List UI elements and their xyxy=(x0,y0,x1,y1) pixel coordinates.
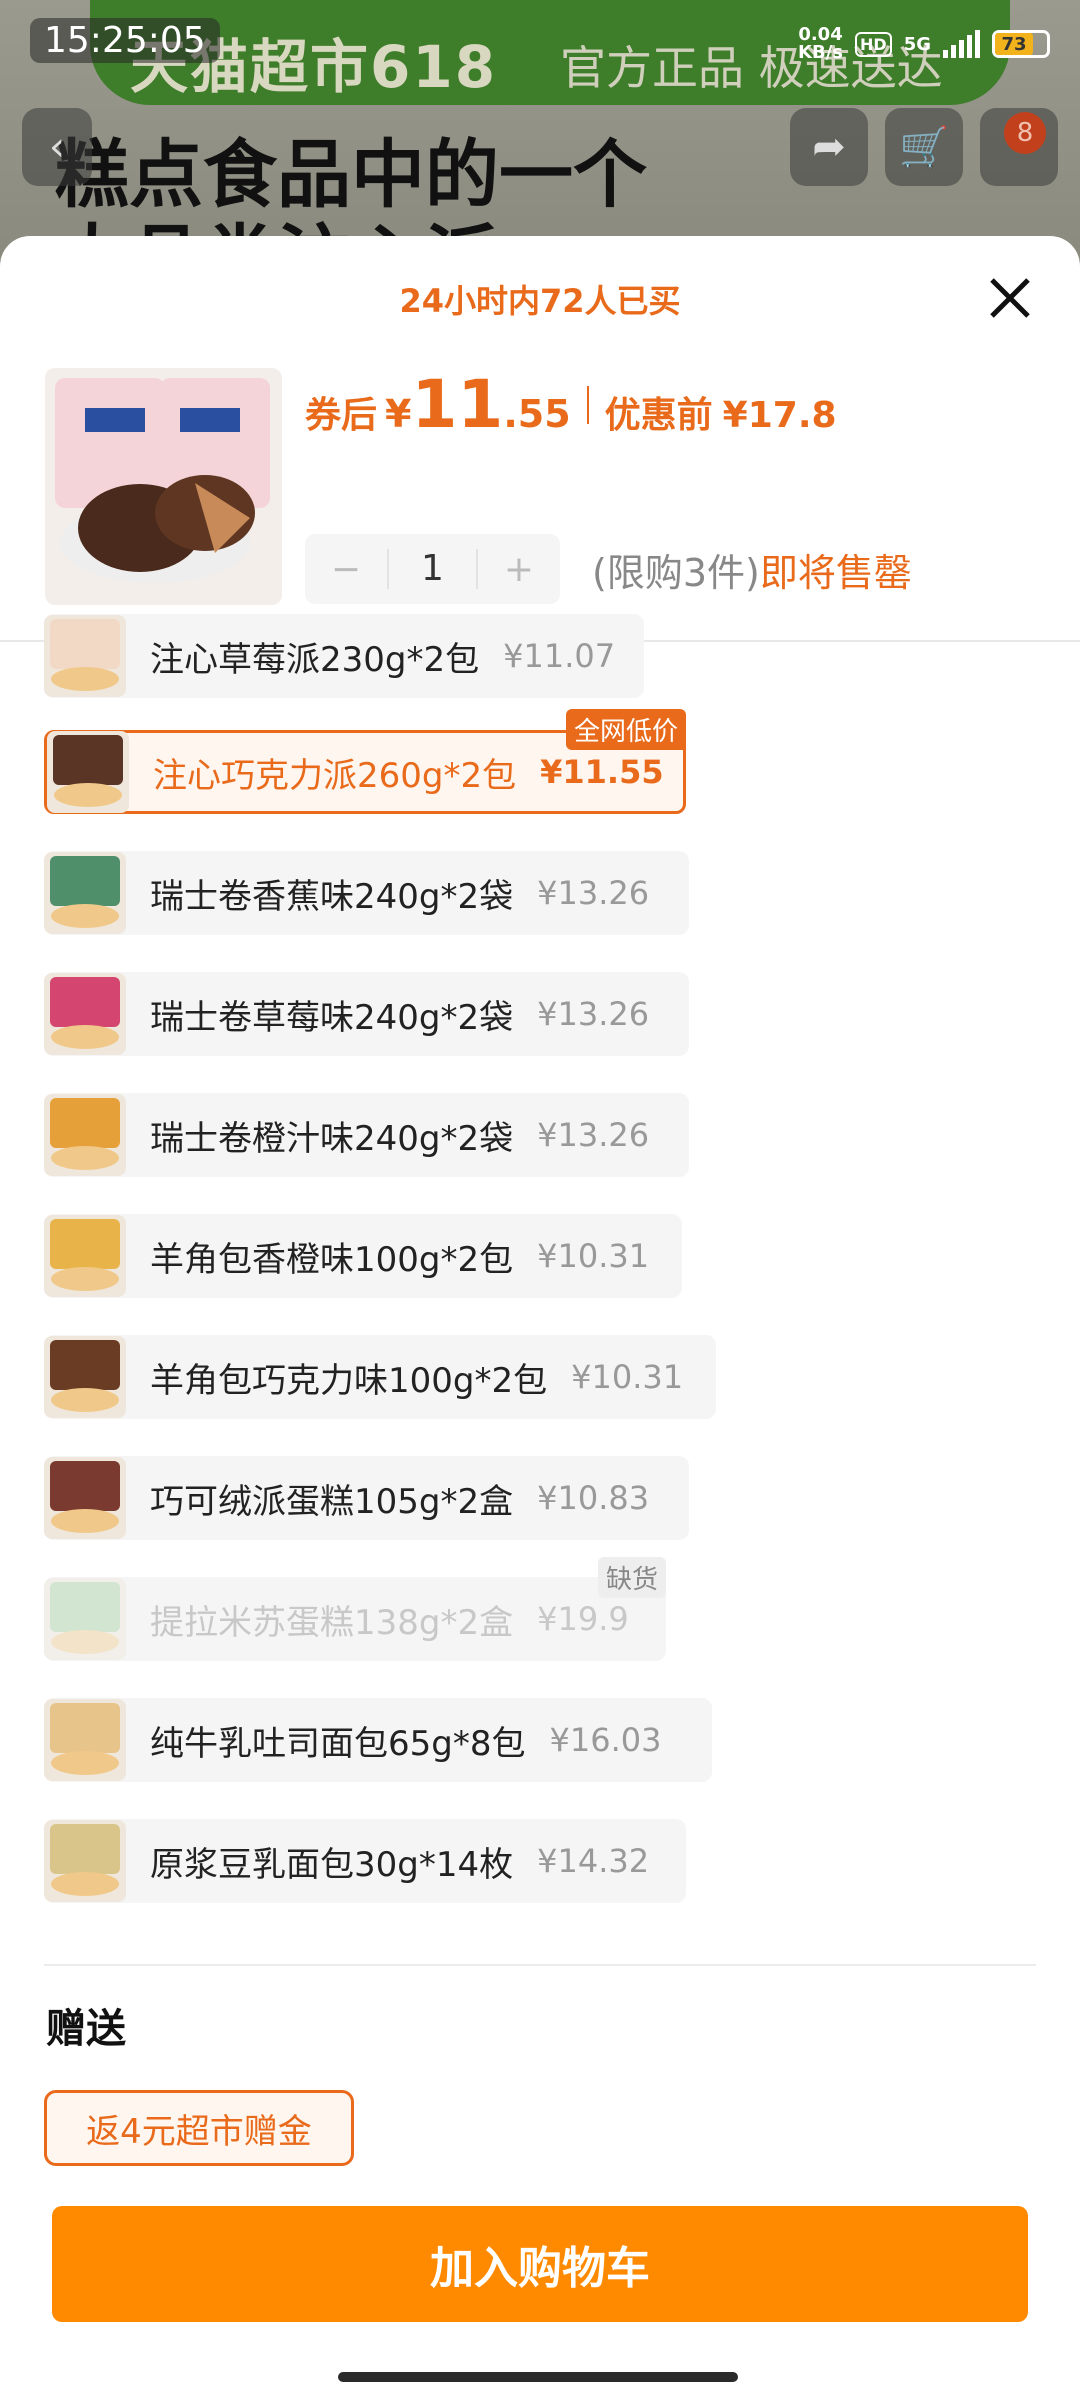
sku-option-name: 瑞士卷草莓味240g*2袋 xyxy=(150,997,514,1038)
share-button[interactable]: ➦ xyxy=(790,108,868,186)
sku-option[interactable]: 羊角包巧克力味100g*2包 ¥10.31 xyxy=(44,1335,716,1419)
sku-option-thumbnail xyxy=(44,852,126,934)
sku-option-name: 羊角包香橙味100g*2包 xyxy=(150,1239,514,1280)
share-icon: ➦ xyxy=(812,124,846,170)
sku-option: 提拉米苏蛋糕138g*2盒 ¥19.9 缺货 xyxy=(44,1557,666,1661)
chevron-left-icon: ‹ xyxy=(49,124,65,170)
gift-section-title: 赠送 xyxy=(46,2006,126,2052)
sku-selector-sheet: 24小时内72人已买 券后 ¥ 11 .55 优惠前 ¥17.8 − 1 + (… xyxy=(0,236,1080,2400)
sku-option-thumbnail xyxy=(44,615,126,697)
sku-option-name: 瑞士卷香蕉味240g*2袋 xyxy=(150,876,514,917)
sku-option-name: 注心草莓派230g*2包 xyxy=(150,639,480,680)
sku-option-price: ¥10.83 xyxy=(537,1479,650,1517)
cart-button[interactable]: 🛒 xyxy=(885,108,963,186)
lowest-price-badge: 全网低价 xyxy=(565,709,686,750)
sku-option-name: 羊角包巧克力味100g*2包 xyxy=(150,1360,548,1401)
sku-option-price: ¥11.55 xyxy=(540,753,664,791)
battery-level: 73 xyxy=(995,33,1033,55)
sku-option-price: ¥11.07 xyxy=(503,637,616,675)
decrease-button[interactable]: − xyxy=(305,549,387,590)
quantity-stepper: − 1 + xyxy=(305,534,560,604)
add-to-cart-button[interactable]: 加入购物车 xyxy=(52,2206,1028,2322)
network-type: 5G xyxy=(903,33,931,55)
sku-option-name: 纯牛乳吐司面包65g*8包 xyxy=(150,1723,526,1764)
sku-option-price: ¥14.32 xyxy=(537,1842,650,1880)
sku-option[interactable]: 巧可绒派蛋糕105g*2盒 ¥10.83 xyxy=(44,1456,689,1540)
hd-icon: HD xyxy=(855,31,892,57)
price-separator xyxy=(586,385,589,424)
sku-option-price: ¥13.26 xyxy=(537,995,650,1033)
quantity-value[interactable]: 1 xyxy=(387,549,478,589)
sku-option-thumbnail xyxy=(44,973,126,1055)
status-bar: 15:25:05 0.04 KB/s HD 5G 73 xyxy=(0,0,1080,90)
after-coupon-label: 券后 xyxy=(305,395,378,436)
signal-icon xyxy=(943,30,980,58)
sku-option-thumbnail xyxy=(44,1215,126,1297)
sku-option-thumbnail xyxy=(44,1578,126,1660)
price-currency: ¥ xyxy=(385,392,412,436)
purchase-limit: (限购3件)即将售罄 xyxy=(592,542,912,597)
sku-option-price: ¥10.31 xyxy=(537,1237,650,1275)
price-integer: 11 xyxy=(411,366,504,443)
sku-option[interactable]: 注心巧克力派260g*2包 ¥11.55 全网低价 xyxy=(44,709,686,814)
sku-option[interactable]: 瑞士卷橙汁味240g*2袋 ¥13.26 xyxy=(44,1093,689,1177)
sku-option[interactable]: 注心草莓派230g*2包 ¥11.07 xyxy=(44,614,644,698)
sku-option-price: ¥13.26 xyxy=(537,1116,650,1154)
back-button[interactable]: ‹ xyxy=(22,108,92,186)
sku-option[interactable]: 瑞士卷香蕉味240g*2袋 ¥13.26 xyxy=(44,851,689,935)
purchase-limit-text: (限购3件) xyxy=(592,551,760,595)
sold-count-text: 24小时内72人已买 xyxy=(399,282,681,320)
sku-option-price: ¥16.03 xyxy=(549,1721,662,1759)
sku-option[interactable]: 纯牛乳吐司面包65g*8包 ¥16.03 xyxy=(44,1698,712,1782)
sku-option-name: 巧可绒派蛋糕105g*2盒 xyxy=(150,1481,514,1522)
sku-option-name: 提拉米苏蛋糕138g*2盒 xyxy=(150,1602,514,1643)
sku-option-name: 注心巧克力派260g*2包 xyxy=(153,755,517,796)
sku-option-thumbnail xyxy=(44,1699,126,1781)
close-button[interactable] xyxy=(980,268,1040,328)
sku-option-thumbnail xyxy=(44,1457,126,1539)
network-speed: 0.04 KB/s xyxy=(798,26,843,62)
status-time: 15:25:05 xyxy=(30,18,220,63)
sku-option[interactable]: 原浆豆乳面包30g*14枚 ¥14.32 xyxy=(44,1819,686,1903)
network-speed-unit: KB/s xyxy=(798,42,844,63)
sku-option[interactable]: 瑞士卷草莓味240g*2袋 ¥13.26 xyxy=(44,972,689,1056)
sku-option-price: ¥19.9 xyxy=(537,1600,629,1638)
battery-icon: 73 xyxy=(992,30,1050,58)
sku-option-price: ¥10.31 xyxy=(571,1358,684,1396)
sku-option-thumbnail xyxy=(44,1820,126,1902)
status-icons: 0.04 KB/s HD 5G 73 xyxy=(798,26,1050,62)
sku-option[interactable]: 羊角包香橙味100g*2包 ¥10.31 xyxy=(44,1214,682,1298)
sku-option-thumbnail xyxy=(47,731,129,813)
home-indicator xyxy=(338,2372,738,2382)
selling-out-text: 即将售罄 xyxy=(759,551,912,595)
before-discount-label: 优惠前 xyxy=(604,395,713,436)
price-decimal: .55 xyxy=(503,392,571,436)
sku-option-thumbnail xyxy=(44,1336,126,1418)
cart-icon: 🛒 xyxy=(899,124,949,171)
before-discount-price: ¥17.8 xyxy=(722,395,837,436)
sku-option-name: 原浆豆乳面包30g*14枚 xyxy=(150,1844,514,1885)
close-icon xyxy=(990,278,1030,318)
product-image xyxy=(45,368,282,605)
cart-count-badge: 8 xyxy=(1004,112,1046,154)
divider xyxy=(44,1964,1036,1966)
sku-option-thumbnail xyxy=(44,1094,126,1176)
increase-button[interactable]: + xyxy=(478,549,560,590)
gift-option-chip[interactable]: 返4元超市赠金 xyxy=(44,2090,354,2166)
sku-option-name: 瑞士卷橙汁味240g*2袋 xyxy=(150,1118,514,1159)
sku-option-price: ¥13.26 xyxy=(537,874,650,912)
out-of-stock-badge: 缺货 xyxy=(597,1557,666,1598)
price-row: 券后 ¥ 11 .55 优惠前 ¥17.8 xyxy=(305,366,837,443)
